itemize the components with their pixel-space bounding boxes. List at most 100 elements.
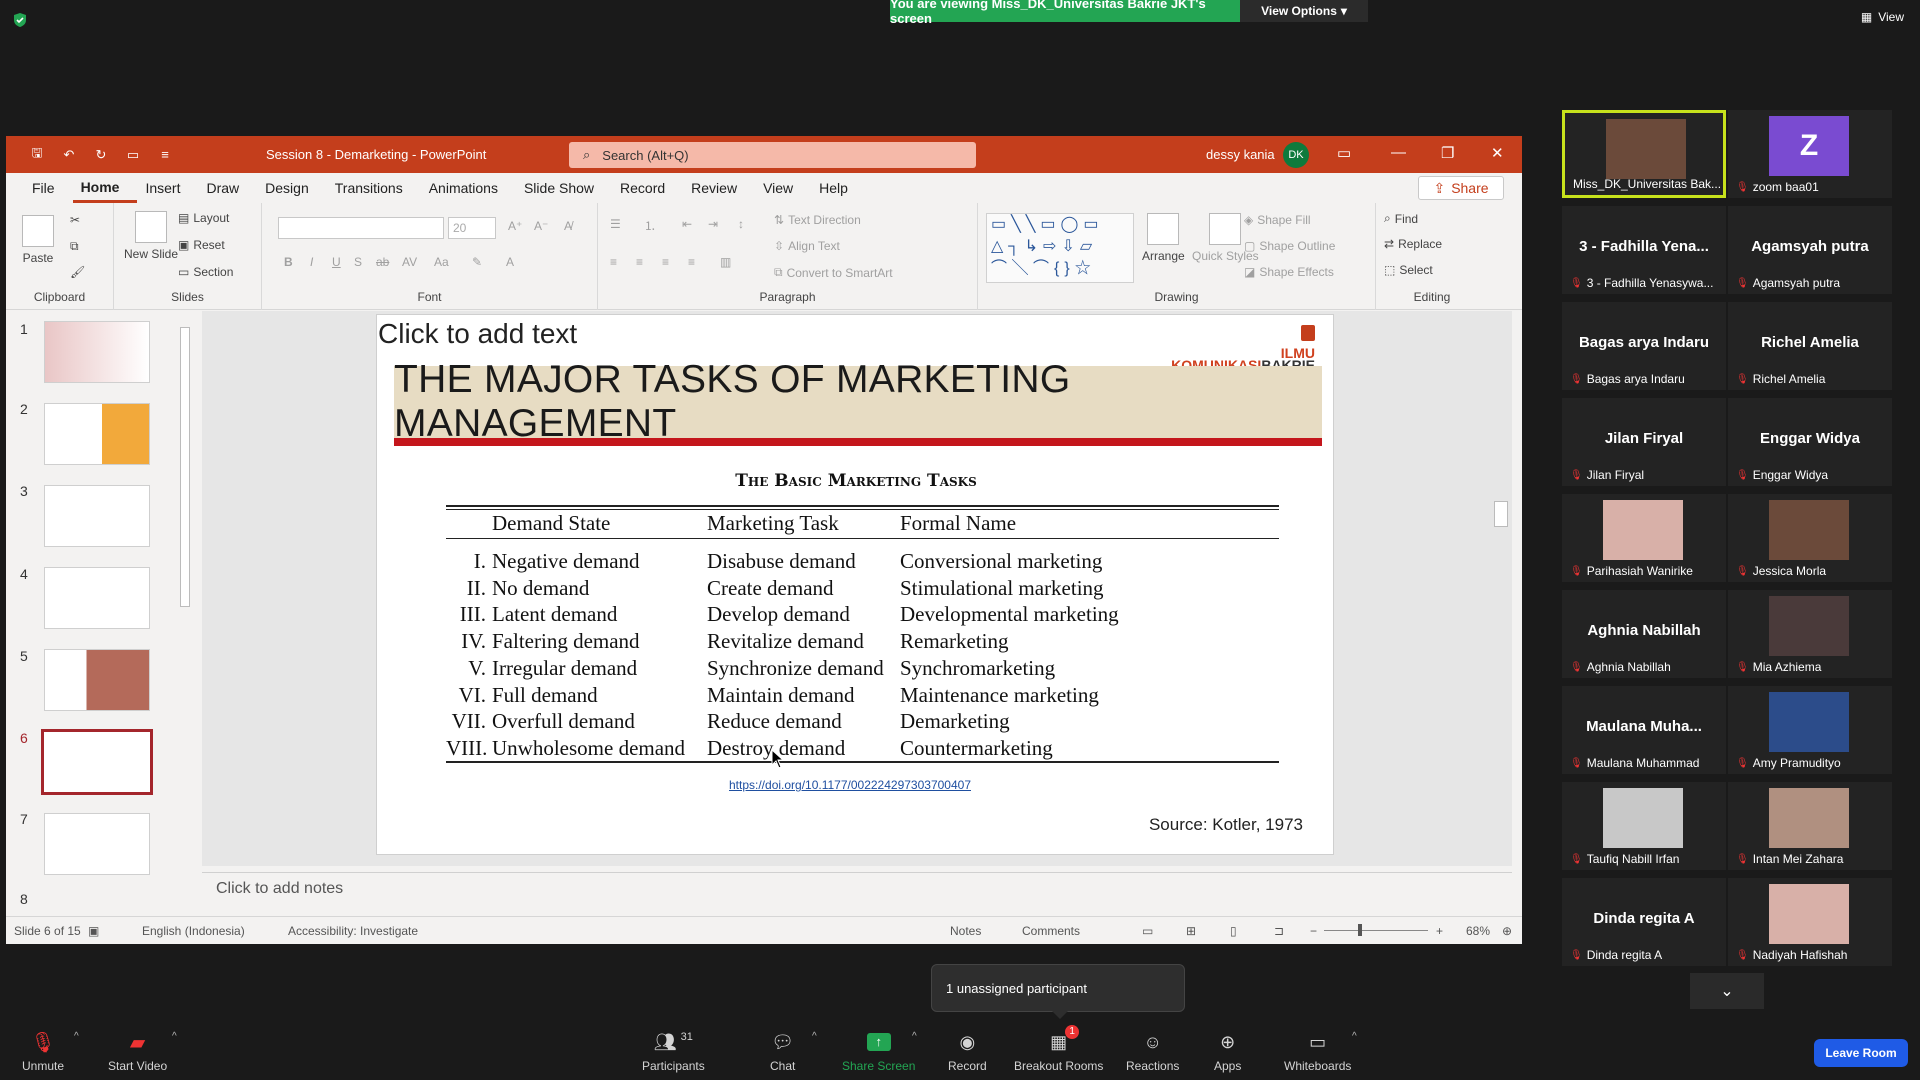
decrease-font-icon[interactable]: A⁻ (534, 219, 548, 233)
paste-button[interactable]: Paste (22, 215, 54, 265)
layout-button[interactable]: ▤ Layout (178, 211, 229, 225)
slide-sorter-icon[interactable]: ⊞ (1186, 924, 1196, 938)
slide-thumb-6[interactable] (41, 729, 153, 795)
current-slide[interactable]: Click to add text ILMU KOMUNIKASIBAKRIE … (376, 314, 1334, 855)
shadow-icon[interactable]: S (354, 255, 362, 269)
fit-slide-icon[interactable]: ⊕ (1502, 924, 1512, 938)
participants-button[interactable]: 👥︎ 31 Participants (642, 1031, 705, 1073)
menu-file[interactable]: File (24, 173, 73, 203)
minimize-icon[interactable]: — (1391, 144, 1406, 161)
participant-tile[interactable]: Richel Amelia 🎙︎ Richel Amelia (1728, 302, 1892, 390)
participant-tile[interactable]: 🎙︎ Taufiq Nabill Irfan (1562, 782, 1726, 870)
bullets-icon[interactable]: ☰ (610, 217, 621, 231)
menu-view[interactable]: View (755, 173, 811, 203)
participant-tile[interactable]: 🎙︎ Nadiyah Hafishah (1728, 878, 1892, 966)
justify-icon[interactable]: ≡ (688, 255, 695, 269)
undo-icon[interactable]: ↶ (60, 146, 78, 164)
participant-tile[interactable]: 🎙︎ Amy Pramudityo (1728, 686, 1892, 774)
participant-tile[interactable]: Miss_DK_Universitas Bak... (1562, 110, 1726, 198)
save-icon[interactable]: 🖫 (28, 145, 46, 164)
notes-toggle[interactable]: Notes (950, 924, 981, 938)
menu-review[interactable]: Review (683, 173, 755, 203)
strikethrough-icon[interactable]: ab (376, 255, 389, 269)
spellcheck-icon[interactable]: ▣ (88, 924, 99, 938)
present-icon[interactable]: ▭ (124, 146, 142, 164)
slide-thumb-7[interactable] (44, 813, 150, 875)
reset-button[interactable]: ▣ Reset (178, 238, 225, 252)
menu-draw[interactable]: Draw (198, 173, 257, 203)
accessibility-status[interactable]: Accessibility: Investigate (288, 924, 418, 938)
shape-effects-button[interactable]: ◪ Shape Effects (1244, 265, 1334, 279)
participant-tile[interactable]: Jilan Firyal 🎙︎ Jilan Firyal (1562, 398, 1726, 486)
menu-insert[interactable]: Insert (137, 173, 198, 203)
zoom-out-icon[interactable]: − (1310, 924, 1317, 938)
clear-format-icon[interactable]: A̸ (564, 219, 572, 233)
participant-tile[interactable]: Dinda regita A 🎙︎ Dinda regita A (1562, 878, 1726, 966)
slide-thumb-5[interactable] (44, 649, 150, 711)
whiteboards-caret-icon[interactable]: ^ (1352, 1031, 1357, 1042)
language-status[interactable]: English (Indonesia) (142, 924, 245, 938)
participant-tile[interactable]: Enggar Widya 🎙︎ Enggar Widya (1728, 398, 1892, 486)
new-slide-button[interactable]: New Slide (124, 211, 178, 261)
zoom-slider[interactable] (1324, 930, 1428, 931)
menu-transitions[interactable]: Transitions (327, 173, 421, 203)
slideshow-view-icon[interactable]: ⊐ (1274, 924, 1284, 938)
shape-outline-button[interactable]: ▢ Shape Outline (1244, 239, 1335, 253)
share-screen-button[interactable]: ↑ Share Screen (842, 1031, 915, 1073)
font-family-select[interactable] (278, 217, 444, 239)
share-button[interactable]: ⇪ Share (1418, 176, 1504, 200)
normal-view-icon[interactable]: ▭ (1142, 924, 1153, 938)
start-video-button[interactable]: ▰ Start Video (108, 1031, 167, 1074)
user-avatar[interactable]: DK (1283, 142, 1309, 168)
cut-icon[interactable]: ✂ (70, 213, 80, 227)
ribbon-display-icon[interactable]: ▭ (1337, 144, 1351, 162)
decrease-indent-icon[interactable]: ⇤ (682, 217, 692, 231)
scroll-thumb[interactable] (180, 327, 190, 607)
change-case-icon[interactable]: Aa (434, 255, 449, 269)
align-right-icon[interactable]: ≡ (662, 255, 669, 269)
video-options-caret-icon[interactable]: ^ (172, 1031, 177, 1042)
zoom-slider-thumb[interactable] (1358, 924, 1362, 936)
find-button[interactable]: ⌕ Find (1384, 211, 1418, 226)
whiteboards-button[interactable]: ▭ Whiteboards (1284, 1031, 1351, 1074)
line-spacing-icon[interactable]: ↕ (738, 217, 744, 231)
participant-tile[interactable]: Agamsyah putra 🎙︎ Agamsyah putra (1728, 206, 1892, 294)
menu-home[interactable]: Home (72, 173, 138, 203)
participant-tile[interactable]: 3 - Fadhilla Yena... 🎙︎ 3 - Fadhilla Yenas… (1562, 206, 1726, 294)
align-text-button[interactable]: ⇳ Align Text (774, 239, 840, 253)
slide-thumb-3[interactable] (44, 485, 150, 547)
highlight-icon[interactable]: ✎ (472, 255, 482, 269)
close-icon[interactable]: ✕ (1491, 144, 1504, 162)
select-button[interactable]: ⬚ Select (1384, 263, 1433, 277)
comments-toggle[interactable]: Comments (1022, 924, 1080, 938)
font-color-icon[interactable]: A (506, 255, 514, 269)
notes-pane[interactable]: Click to add notes (202, 872, 1512, 904)
audio-options-caret-icon[interactable]: ^ (74, 1031, 79, 1042)
underline-icon[interactable]: U (332, 255, 341, 269)
copy-icon[interactable]: ⧉ (70, 239, 79, 254)
menu-help[interactable]: Help (811, 173, 866, 203)
doi-link[interactable]: https://doi.org/10.1177/0022242973037004… (729, 778, 971, 792)
char-spacing-icon[interactable]: AV (402, 255, 417, 269)
align-left-icon[interactable]: ≡ (610, 255, 617, 269)
participant-tile[interactable]: Aghnia Nabillah 🎙︎ Aghnia Nabillah (1562, 590, 1726, 678)
restore-icon[interactable]: ❐ (1441, 144, 1454, 162)
slide-thumb-1[interactable] (44, 321, 150, 383)
participant-tile[interactable]: Z 🎙︎ zoom baa01 (1728, 110, 1892, 198)
apps-button[interactable]: ⊕ Apps (1214, 1031, 1241, 1074)
format-painter-icon[interactable]: 🖌 (70, 265, 85, 279)
redo-icon[interactable]: ↻ (92, 146, 110, 164)
italic-icon[interactable]: I (310, 255, 313, 269)
leave-room-button[interactable]: Leave Room (1814, 1039, 1908, 1067)
gallery-next-button[interactable]: ⌄ (1690, 973, 1764, 1009)
columns-icon[interactable]: ▥ (720, 255, 731, 269)
breakout-rooms-button[interactable]: ▦ 1 Breakout Rooms (1014, 1025, 1103, 1073)
arrange-button[interactable]: Arrange (1142, 213, 1185, 263)
share-caret-icon[interactable]: ^ (912, 1031, 917, 1042)
convert-smartart-button[interactable]: ⧉ Convert to SmartArt (774, 265, 893, 280)
participant-tile[interactable]: 🎙︎ Jessica Morla (1728, 494, 1892, 582)
increase-font-icon[interactable]: A⁺ (508, 219, 522, 233)
chat-button[interactable]: 💬︎ Chat (770, 1031, 795, 1074)
view-options-button[interactable]: View Options ▾ (1240, 0, 1368, 22)
participant-tile[interactable]: Maulana Muha... 🎙︎ Maulana Muhammad (1562, 686, 1726, 774)
